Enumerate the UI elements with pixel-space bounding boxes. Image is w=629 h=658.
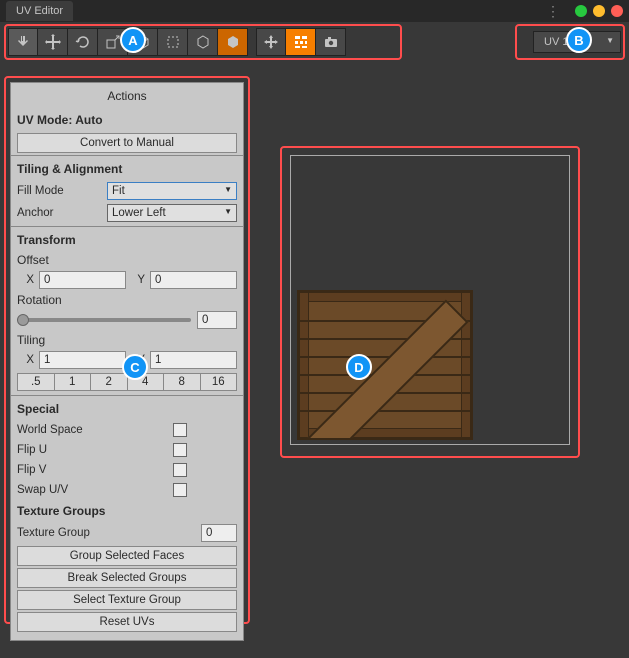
- select-texture-group-button[interactable]: Select Texture Group: [17, 590, 237, 610]
- cube-solid-button[interactable]: [218, 28, 248, 56]
- texture-preview: [297, 290, 473, 440]
- badge-d: D: [346, 354, 372, 380]
- offset-x-label: X: [17, 274, 37, 286]
- window-menu-icon[interactable]: ⋮: [546, 3, 561, 20]
- view-tools: [256, 28, 346, 56]
- rotation-value-input[interactable]: 0: [197, 311, 237, 329]
- tiling-alignment-header: Tiling & Alignment: [11, 158, 243, 180]
- move-tool-button[interactable]: [38, 28, 68, 56]
- panel-title: Actions: [11, 83, 243, 109]
- swap-uv-checkbox[interactable]: [173, 483, 187, 497]
- cube-outline-button[interactable]: [188, 28, 218, 56]
- flip-v-label: Flip V: [17, 464, 173, 476]
- title-bar: UV Editor ⋮: [0, 0, 629, 22]
- uv-mode-label: UV Mode: Auto: [11, 109, 243, 131]
- tiling-y-input[interactable]: 1: [150, 351, 237, 369]
- tiling-preset-8[interactable]: 8: [164, 373, 201, 391]
- window-maximize-button[interactable]: [575, 5, 587, 17]
- tiling-preset-2[interactable]: 2: [91, 373, 128, 391]
- group-selected-faces-button[interactable]: Group Selected Faces: [17, 546, 237, 566]
- offset-x-input[interactable]: 0: [39, 271, 126, 289]
- tiling-preset-16[interactable]: 16: [201, 373, 238, 391]
- window-tab[interactable]: UV Editor: [6, 1, 73, 21]
- rect-tool-button[interactable]: [158, 28, 188, 56]
- window-close-button[interactable]: [611, 5, 623, 17]
- offset-y-label: Y: [128, 274, 148, 286]
- flip-v-checkbox[interactable]: [173, 463, 187, 477]
- anchor-label: Anchor: [17, 207, 103, 219]
- swap-uv-label: Swap U/V: [17, 484, 173, 496]
- rotation-slider[interactable]: [17, 318, 191, 322]
- badge-a: A: [120, 27, 146, 53]
- offset-y-input[interactable]: 0: [150, 271, 237, 289]
- world-space-label: World Space: [17, 424, 173, 436]
- uv-viewport[interactable]: [290, 155, 570, 445]
- tiling-x-input[interactable]: 1: [39, 351, 126, 369]
- grid-tool-button[interactable]: [286, 28, 316, 56]
- fill-mode-label: Fill Mode: [17, 185, 103, 197]
- reset-uvs-button[interactable]: Reset UVs: [17, 612, 237, 632]
- transform-header: Transform: [11, 229, 243, 251]
- pan-tool-button[interactable]: [8, 28, 38, 56]
- texture-group-input[interactable]: 0: [201, 524, 237, 542]
- rotate-tool-button[interactable]: [68, 28, 98, 56]
- tiling-x-label: X: [17, 354, 37, 366]
- texture-groups-header: Texture Groups: [11, 500, 243, 522]
- camera-button[interactable]: [316, 28, 346, 56]
- window-minimize-button[interactable]: [593, 5, 605, 17]
- texture-group-label: Texture Group: [17, 527, 197, 539]
- badge-b: B: [566, 27, 592, 53]
- anchor-dropdown[interactable]: Lower Left: [107, 204, 237, 222]
- badge-c: C: [122, 354, 148, 380]
- rotation-label: Rotation: [11, 291, 243, 309]
- toolbar: UV 1: [0, 22, 629, 62]
- scope-tool-button[interactable]: [256, 28, 286, 56]
- tiling-preset-half[interactable]: .5: [17, 373, 55, 391]
- world-space-checkbox[interactable]: [173, 423, 187, 437]
- offset-label: Offset: [11, 251, 243, 269]
- tiling-label: Tiling: [11, 331, 243, 349]
- fill-mode-dropdown[interactable]: Fit: [107, 182, 237, 200]
- special-header: Special: [11, 398, 243, 420]
- tiling-preset-1[interactable]: 1: [55, 373, 92, 391]
- convert-manual-button[interactable]: Convert to Manual: [17, 133, 237, 153]
- flip-u-checkbox[interactable]: [173, 443, 187, 457]
- flip-u-label: Flip U: [17, 444, 173, 456]
- break-selected-groups-button[interactable]: Break Selected Groups: [17, 568, 237, 588]
